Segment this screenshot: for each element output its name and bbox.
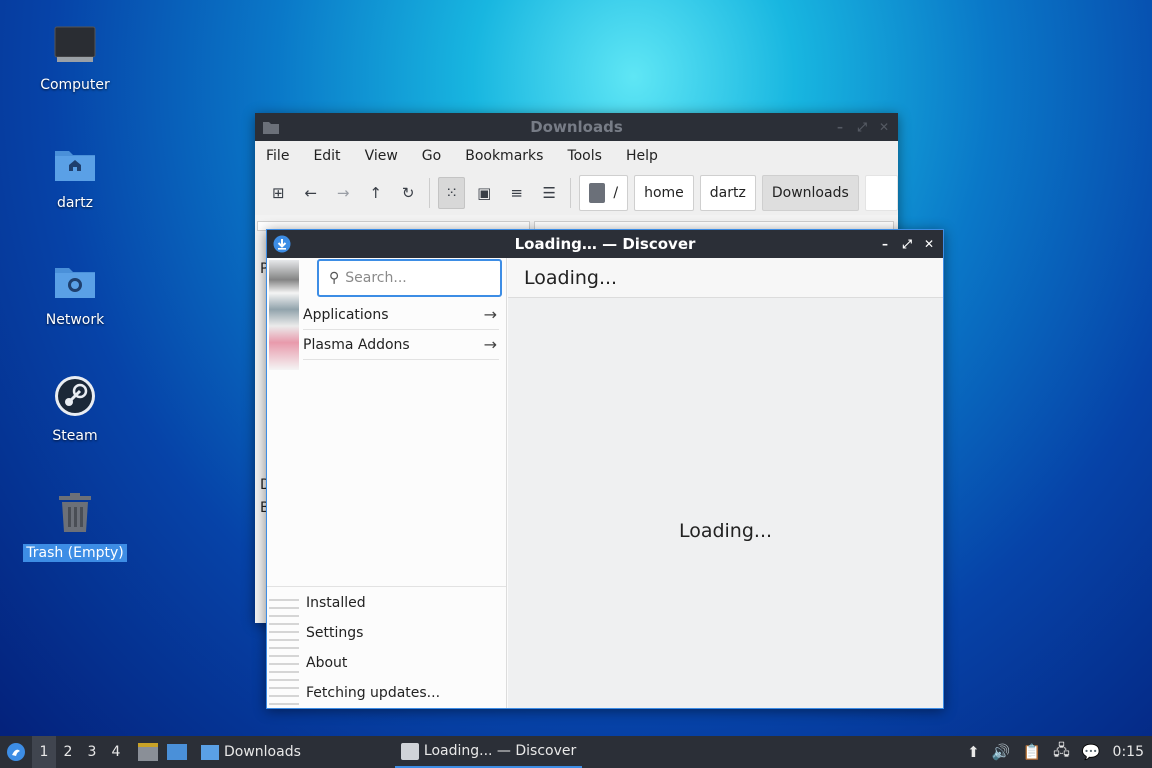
desktop-icon-label: Network	[45, 312, 105, 328]
drive-icon	[589, 183, 606, 203]
search-icon: ⚲	[329, 270, 340, 286]
desktop-icon-dartz[interactable]: dartz	[20, 140, 130, 212]
trash-icon	[52, 490, 98, 536]
nav-fetching-updates[interactable]: Fetching updates...	[306, 685, 440, 701]
discover-main: Loading... Loading...	[508, 258, 943, 708]
breadcrumb-home[interactable]: home	[634, 175, 694, 211]
search-input[interactable]: ⚲ Search...	[317, 259, 502, 297]
breadcrumb-downloads[interactable]: Downloads	[761, 175, 859, 211]
close-icon[interactable]: ✕	[878, 121, 890, 133]
clipboard-icon[interactable]: 📋	[1022, 743, 1041, 761]
nav-installed[interactable]: Installed	[306, 595, 366, 611]
breadcrumb-label: Downloads	[771, 185, 849, 201]
workspace-2[interactable]: 2	[56, 744, 80, 760]
thumbnail-view-icon[interactable]: ▣	[471, 177, 497, 209]
start-menu-icon[interactable]	[0, 742, 32, 762]
reload-icon[interactable]: ↻	[395, 177, 421, 209]
discover-task-icon	[400, 742, 419, 760]
menu-go[interactable]: Go	[422, 148, 441, 164]
maximize-icon[interactable]: ⤢	[856, 121, 868, 133]
task-label: Downloads	[224, 744, 301, 760]
discover-sidebar: ⚲ Search... Applications → Plasma Addons…	[267, 258, 507, 708]
menu-bookmarks[interactable]: Bookmarks	[465, 148, 543, 164]
menu-tools[interactable]: Tools	[567, 148, 602, 164]
monitor-icon	[52, 22, 98, 68]
file-manager-titlebar[interactable]: Downloads – ⤢ ✕	[255, 113, 898, 141]
desktop-icon-network[interactable]: Network	[20, 257, 130, 329]
category-label: Plasma Addons	[303, 336, 410, 353]
discover-bottom-nav: Installed Settings About Fetching update…	[267, 586, 506, 708]
show-desktop-icon[interactable]	[167, 744, 187, 760]
loading-status: Loading...	[678, 520, 773, 542]
desktop-icon-computer[interactable]: Computer	[20, 22, 130, 94]
breadcrumb-root-label: /	[613, 185, 619, 201]
menu-file[interactable]: File	[266, 148, 289, 164]
category-label: Applications	[303, 306, 389, 323]
folder-icon	[201, 744, 219, 760]
discover-window[interactable]: Loading… — Discover – ⤢ ✕ ⚲ Search... Ap…	[266, 229, 944, 709]
clock[interactable]: 0:15	[1113, 744, 1144, 760]
desktop-icon-label: Computer	[40, 77, 110, 93]
notifications-icon[interactable]: 💬	[1082, 743, 1101, 761]
menubar: File Edit View Go Bookmarks Tools Help	[255, 141, 898, 171]
breadcrumb-label: home	[644, 185, 684, 201]
taskbar: 1 2 3 4 Downloads Loading... — Discover …	[0, 736, 1152, 768]
window-title: Loading… — Discover	[514, 235, 696, 253]
desktop-icon-label: Steam	[52, 428, 98, 444]
network-icon[interactable]: 🖧	[1053, 740, 1070, 765]
back-arrow-icon[interactable]: ←	[297, 177, 323, 209]
toolbar-separator	[570, 178, 572, 208]
minimize-icon[interactable]: –	[879, 238, 891, 250]
window-title: Downloads	[530, 118, 623, 136]
up-arrow-icon[interactable]: ↑	[362, 177, 388, 209]
arrow-right-icon: →	[483, 305, 497, 324]
menu-help[interactable]: Help	[626, 148, 658, 164]
arrow-right-icon: →	[483, 335, 497, 354]
new-tab-icon[interactable]: ⊞	[265, 177, 291, 209]
task-downloads[interactable]: Downloads	[195, 736, 307, 768]
breadcrumb-spacer	[864, 175, 898, 211]
desktop-icon-steam[interactable]: Steam	[20, 373, 130, 445]
category-plasma-addons[interactable]: Plasma Addons →	[303, 330, 499, 360]
steam-icon	[52, 373, 98, 419]
file-manager-launcher-icon[interactable]	[138, 743, 158, 761]
rendering-artifact	[269, 260, 299, 370]
page-title: Loading...	[508, 258, 943, 298]
nav-about[interactable]: About	[306, 655, 347, 671]
updates-icon[interactable]: ⬆	[967, 743, 980, 761]
breadcrumb-root[interactable]: /	[579, 175, 629, 211]
menu-view[interactable]: View	[365, 148, 398, 164]
compact-view-icon[interactable]: ≡	[503, 177, 529, 209]
workspace-1[interactable]: 1	[32, 736, 56, 768]
home-folder-icon	[52, 140, 98, 186]
task-discover[interactable]: Loading... — Discover	[394, 736, 583, 768]
network-folder-icon	[52, 257, 98, 303]
discover-titlebar[interactable]: Loading… — Discover – ⤢ ✕	[267, 230, 943, 258]
workspace-3[interactable]: 3	[80, 744, 104, 760]
system-tray: ⬆ 🔊 📋 🖧 💬 0:15	[967, 740, 1152, 765]
workspace-4[interactable]: 4	[104, 744, 128, 760]
toolbar-separator	[429, 178, 431, 208]
desktop-icon-label: dartz	[56, 195, 94, 211]
breadcrumb-dartz[interactable]: dartz	[699, 175, 756, 211]
desktop-icon-label: Trash (Empty)	[23, 544, 127, 562]
desktop-icon-trash[interactable]: Trash (Empty)	[20, 490, 130, 562]
rendering-artifact	[269, 593, 299, 705]
toolbar: ⊞ ← → ↑ ↻ ⁙ ▣ ≡ ☰ / home dartz Downloads	[255, 171, 898, 215]
category-applications[interactable]: Applications →	[303, 300, 499, 330]
breadcrumb-label: dartz	[709, 185, 746, 201]
icon-view-icon[interactable]: ⁙	[438, 177, 465, 209]
close-icon[interactable]: ✕	[923, 238, 935, 250]
maximize-icon[interactable]: ⤢	[901, 238, 913, 250]
search-placeholder: Search...	[345, 270, 407, 286]
minimize-icon[interactable]: –	[834, 121, 846, 133]
menu-edit[interactable]: Edit	[313, 148, 340, 164]
forward-arrow-icon[interactable]: →	[330, 177, 356, 209]
nav-settings[interactable]: Settings	[306, 625, 363, 641]
volume-icon[interactable]: 🔊	[992, 743, 1011, 761]
task-label: Loading... — Discover	[423, 743, 577, 759]
detailed-list-icon[interactable]: ☰	[536, 177, 562, 209]
